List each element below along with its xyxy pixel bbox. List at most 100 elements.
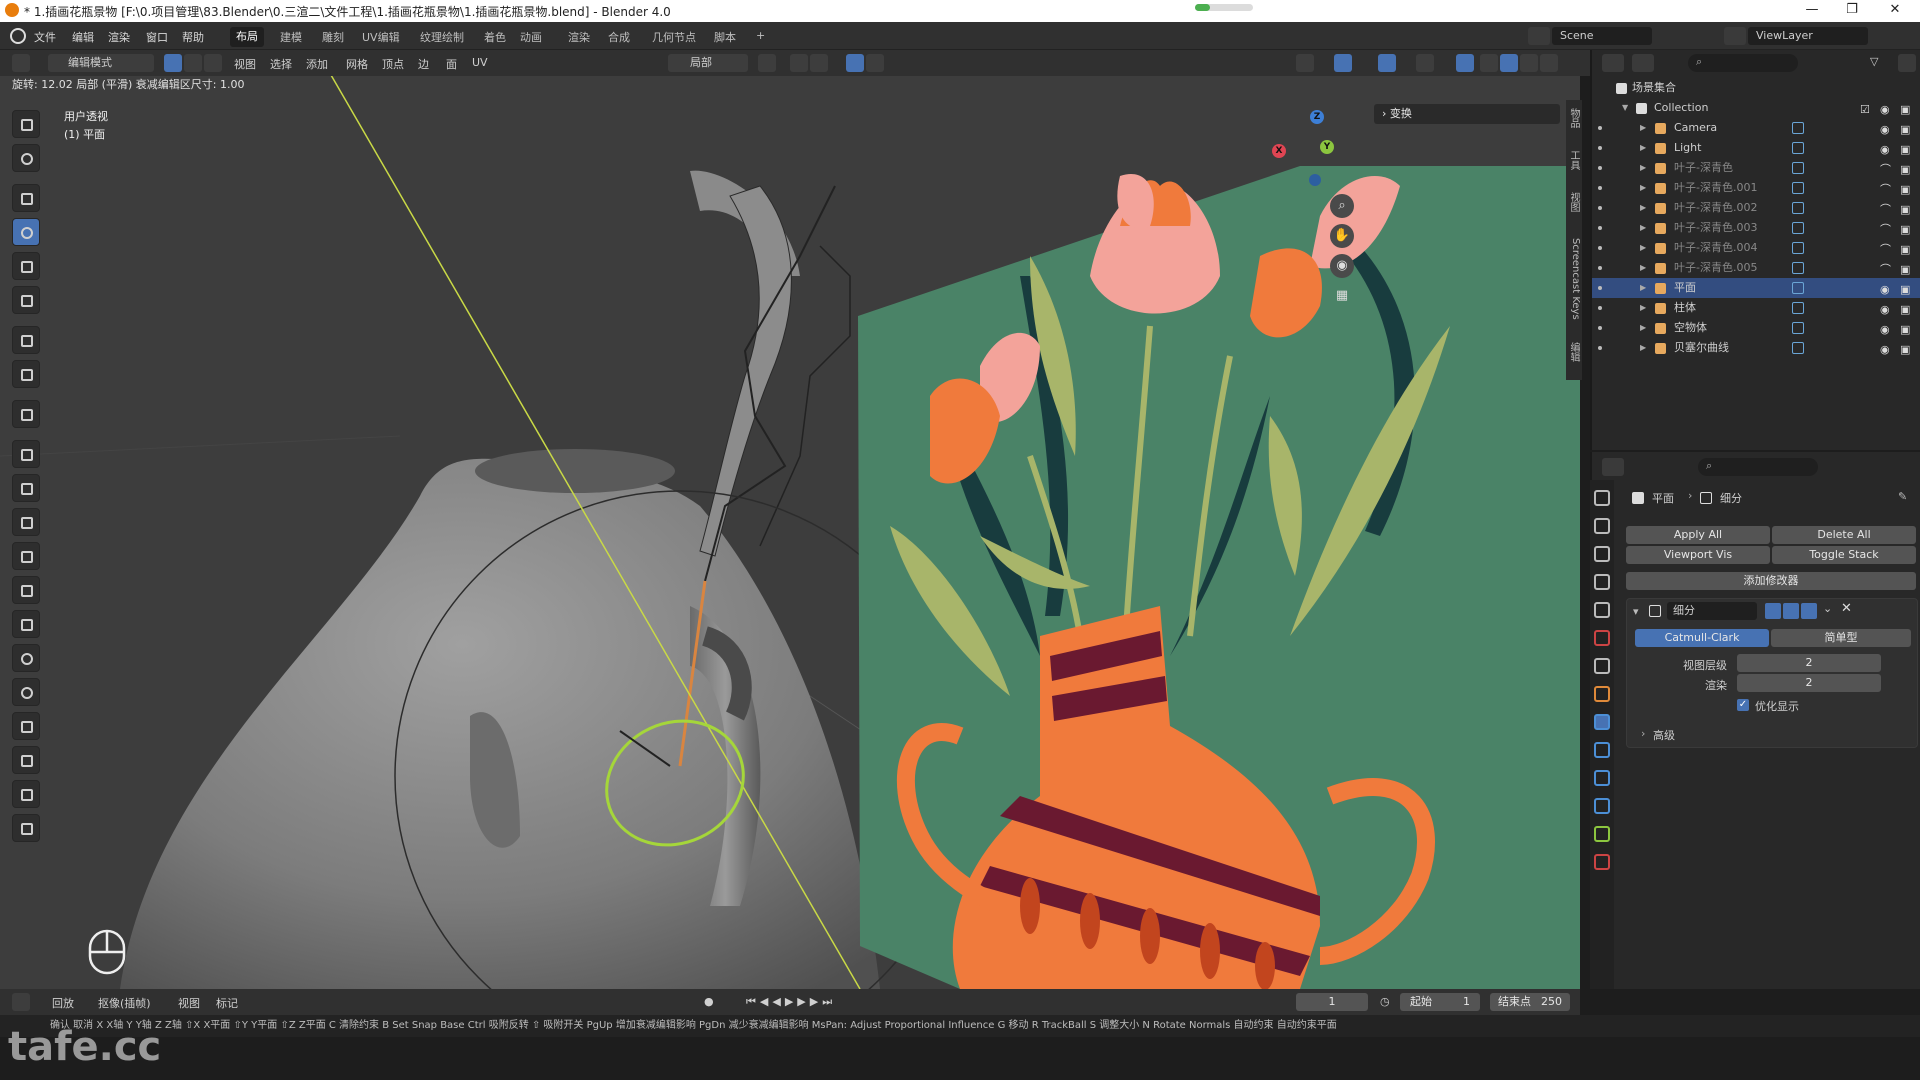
expand-arrow-icon[interactable]: ▶ xyxy=(1640,338,1646,358)
physics-tab-icon[interactable] xyxy=(1594,770,1610,786)
catmull-clark-button[interactable]: Catmull-Clark xyxy=(1635,629,1769,647)
outliner-row[interactable]: ▶ 平面 ◉ ▣ xyxy=(1592,278,1920,298)
pin-icon[interactable]: ✎ xyxy=(1898,490,1907,503)
modifier-indicator-icon[interactable] xyxy=(1792,302,1804,314)
scene-collection-row[interactable]: 场景集合 xyxy=(1592,78,1920,98)
workspace-tab-5[interactable]: 着色 xyxy=(484,29,506,45)
tab-item[interactable]: 物品 xyxy=(1567,108,1581,128)
eye-icon[interactable]: ⌒ xyxy=(1880,200,1891,220)
constraints-tab-icon[interactable] xyxy=(1594,798,1610,814)
eye-icon[interactable]: ⌒ xyxy=(1880,220,1891,240)
gizmo-y-axis[interactable]: Y xyxy=(1320,140,1334,154)
modifier-indicator-icon[interactable] xyxy=(1792,162,1804,174)
transform-panel-header[interactable]: › 变换 xyxy=(1374,104,1560,124)
world-tab-icon[interactable] xyxy=(1594,630,1610,646)
visibility-icon[interactable] xyxy=(1296,54,1314,72)
minimize-button[interactable]: — xyxy=(1792,2,1832,17)
pivot-dropdown[interactable]: 局部 xyxy=(668,54,748,72)
overlay-toggle-icon[interactable] xyxy=(1378,54,1396,72)
cursor-tool[interactable] xyxy=(12,144,40,172)
expand-arrow-icon[interactable]: ▶ xyxy=(1640,158,1646,178)
levels-field[interactable]: 2 xyxy=(1737,654,1881,672)
eye-icon[interactable]: ◉ xyxy=(1880,340,1890,360)
gizmo-z-axis[interactable]: Z xyxy=(1310,110,1324,124)
eye-icon[interactable]: ◉ xyxy=(1880,100,1890,120)
shrink-fatten-tool[interactable] xyxy=(12,746,40,774)
outliner-row[interactable]: ▶ 柱体 ◉ ▣ xyxy=(1592,298,1920,318)
close-button[interactable]: ✕ xyxy=(1875,2,1915,17)
gizmo-neg-z[interactable] xyxy=(1309,174,1321,186)
outliner-row[interactable]: ▶ 叶子-深青色.003 ⌒ ▣ xyxy=(1592,218,1920,238)
modifier-indicator-icon[interactable] xyxy=(1792,242,1804,254)
viewport-vis-button[interactable]: Viewport Vis xyxy=(1626,546,1770,564)
annotate-tool[interactable] xyxy=(12,326,40,354)
menu-render[interactable]: 渲染 xyxy=(108,29,130,45)
expand-arrow-icon[interactable]: ▶ xyxy=(1640,198,1646,218)
gizmo-x-axis[interactable]: X xyxy=(1272,144,1286,158)
pan-hand-icon[interactable]: ✋ xyxy=(1330,224,1354,248)
mode-dropdown[interactable]: 编辑模式 xyxy=(48,54,154,72)
loop-cut-tool[interactable] xyxy=(12,542,40,570)
workspace-tab-2[interactable]: 雕刻 xyxy=(322,29,344,45)
eye-icon[interactable]: ◉ xyxy=(1880,300,1890,320)
timeline-editor-icon[interactable] xyxy=(12,993,30,1011)
falloff-icon[interactable] xyxy=(866,54,884,72)
object-tab-icon[interactable] xyxy=(1594,686,1610,702)
particles-tab-icon[interactable] xyxy=(1594,742,1610,758)
keying-menu[interactable]: 抠像(插帧) xyxy=(98,995,151,1011)
workspace-tab-0[interactable]: 布局 xyxy=(230,27,264,47)
scene-browse-icon[interactable] xyxy=(1528,27,1550,45)
modifier-indicator-icon[interactable] xyxy=(1792,122,1804,134)
advanced-chevron-icon[interactable]: › xyxy=(1641,727,1645,740)
proportional-edit-icon[interactable] xyxy=(846,54,864,72)
properties-search-input[interactable]: ⌕ xyxy=(1698,458,1818,476)
expand-arrow-icon[interactable]: ▶ xyxy=(1640,118,1646,138)
solid-shading-icon[interactable] xyxy=(1500,54,1518,72)
camera-render-icon[interactable]: ▣ xyxy=(1900,220,1910,240)
inset-tool[interactable] xyxy=(12,474,40,502)
data-tab-icon[interactable] xyxy=(1594,826,1610,842)
rendered-shading-icon[interactable] xyxy=(1540,54,1558,72)
end-frame-field[interactable]: 结束点 250 xyxy=(1490,993,1570,1011)
workspace-tab-3[interactable]: UV编辑 xyxy=(362,29,400,45)
outliner-row[interactable]: ▶ 贝塞尔曲线 ◉ ▣ xyxy=(1592,338,1920,358)
menu-edit[interactable]: 编辑 xyxy=(72,29,94,45)
extrude-tool[interactable] xyxy=(12,440,40,468)
optimal-display-checkbox[interactable]: ✓ xyxy=(1737,699,1749,711)
measure-tool[interactable] xyxy=(12,360,40,388)
expand-arrow-icon[interactable]: ▶ xyxy=(1640,138,1646,158)
viewport-menu-7[interactable]: UV xyxy=(472,56,488,69)
eye-icon[interactable]: ◉ xyxy=(1880,120,1890,140)
snap-icon[interactable] xyxy=(790,54,808,72)
camera-render-icon[interactable]: ▣ xyxy=(1900,260,1910,280)
tab-view[interactable]: 视图 xyxy=(1567,192,1581,212)
remove-modifier-icon[interactable]: ✕ xyxy=(1841,601,1852,616)
rip-region-tool[interactable] xyxy=(12,814,40,842)
modifier-tab-icon[interactable] xyxy=(1594,714,1610,730)
outliner-row[interactable]: ▶ Camera ◉ ▣ xyxy=(1592,118,1920,138)
workspace-tab-9[interactable]: 几何节点 xyxy=(652,29,696,45)
workspace-tab-6[interactable]: 动画 xyxy=(520,29,542,45)
expand-arrow-icon[interactable]: ▶ xyxy=(1640,238,1646,258)
eye-icon[interactable]: ◉ xyxy=(1880,320,1890,340)
dropdown-chevron-icon[interactable]: ⌄ xyxy=(1823,602,1832,615)
move-tool[interactable] xyxy=(12,184,40,212)
camera-render-icon[interactable]: ▣ xyxy=(1900,280,1910,300)
add-cube-tool[interactable] xyxy=(12,400,40,428)
new-collection-icon[interactable] xyxy=(1898,54,1916,72)
workspace-tab-4[interactable]: 纹理绘制 xyxy=(420,29,464,45)
eye-icon[interactable]: ◉ xyxy=(1880,140,1890,160)
marker-menu[interactable]: 标记 xyxy=(216,995,238,1011)
shear-tool[interactable] xyxy=(12,780,40,808)
3d-viewport[interactable]: 用户透视 (1) 平面 X Y Z ⌕ ✋ ◉ ▦ xyxy=(0,76,1580,989)
collapse-chevron-icon[interactable]: ▾ xyxy=(1633,605,1639,618)
viewport-menu-0[interactable]: 视图 xyxy=(234,56,256,72)
viewport-menu-3[interactable]: 网格 xyxy=(346,56,368,72)
camera-render-icon[interactable]: ▣ xyxy=(1900,240,1910,260)
checkbox-icon[interactable]: ☑ xyxy=(1860,100,1870,120)
outliner-row[interactable]: ▶ Light ◉ ▣ xyxy=(1592,138,1920,158)
playback-controls-icon[interactable]: ⏮◀◀▶▶▶⏭ xyxy=(746,995,836,1009)
snap-target-icon[interactable] xyxy=(810,54,828,72)
workspace-tab-7[interactable]: 渲染 xyxy=(568,29,590,45)
outliner-type-icon[interactable] xyxy=(1602,54,1624,72)
